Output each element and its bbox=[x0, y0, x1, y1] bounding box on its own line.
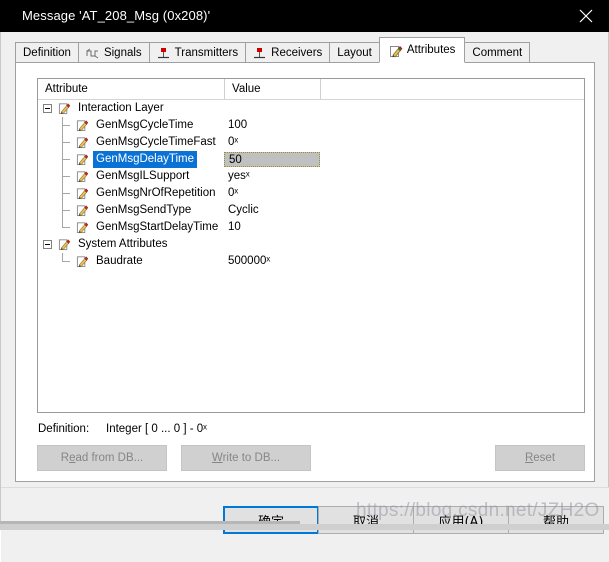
table-row[interactable]: GenMsgStartDelayTime 10 bbox=[38, 219, 584, 236]
tab-comment-label: Comment bbox=[472, 47, 523, 59]
dialog-client-area: Definition Signals Transmitters Receiver… bbox=[0, 32, 609, 562]
write-to-db-button[interactable]: Write to DB... bbox=[181, 445, 311, 471]
table-row[interactable]: Baudrate 500000ˣ bbox=[38, 253, 584, 270]
attribute-name: GenMsgCycleTimeFast bbox=[96, 136, 216, 148]
attributes-rows: Interaction Layer GenMsgCycleTime 100 GenMs… bbox=[38, 100, 584, 412]
write-to-db-label: Write to DB... bbox=[211, 452, 281, 464]
attribute-name: GenMsgCycleTime bbox=[96, 119, 194, 131]
read-from-db-label: Read from DB... bbox=[60, 452, 144, 464]
column-header-attribute[interactable]: Attribute bbox=[38, 79, 224, 99]
attribute-value[interactable]: 0ˣ bbox=[228, 134, 238, 151]
table-row[interactable]: GenMsgCycleTimeFast 0ˣ bbox=[38, 134, 584, 151]
attribute-value[interactable]: 100 bbox=[228, 117, 247, 134]
attribute-value[interactable]: yesˣ bbox=[228, 168, 250, 185]
tab-attributes-label: Attributes bbox=[406, 44, 456, 56]
tab-definition-label: Definition bbox=[23, 47, 71, 59]
attribute-name: Baudrate bbox=[96, 255, 143, 267]
attribute-value-editor[interactable]: 50 bbox=[224, 152, 320, 167]
attribute-name: GenMsgNrOfRepetition bbox=[96, 187, 216, 199]
tab-signals[interactable]: Signals bbox=[77, 42, 150, 63]
tree-expander-icon[interactable] bbox=[43, 240, 52, 249]
column-header-value[interactable]: Value bbox=[225, 79, 320, 99]
attribute-name: GenMsgILSupport bbox=[96, 170, 190, 182]
table-row[interactable]: System Attributes bbox=[38, 236, 584, 253]
window-title: Message 'AT_208_Msg (0x208)' bbox=[22, 8, 211, 23]
tab-region: Definition Signals Transmitters Receiver… bbox=[9, 32, 601, 487]
table-row[interactable]: Interaction Layer bbox=[38, 100, 584, 117]
attributes-tab-page: Attribute Value Interaction Layer GenMsgC… bbox=[15, 62, 595, 482]
attribute-pencil-icon bbox=[76, 135, 89, 149]
table-row[interactable]: GenMsgDelayTime 50 bbox=[38, 151, 584, 168]
attribute-pencil-icon bbox=[76, 118, 89, 132]
table-row[interactable]: GenMsgSendType Cyclic bbox=[38, 202, 584, 219]
node-icon bbox=[253, 47, 266, 60]
tab-layout[interactable]: Layout bbox=[329, 42, 380, 63]
attribute-value[interactable]: 500000ˣ bbox=[228, 253, 270, 270]
attribute-pencil-icon bbox=[76, 203, 89, 217]
tree-expander-icon[interactable] bbox=[43, 104, 52, 113]
attribute-value[interactable]: 0ˣ bbox=[228, 185, 238, 202]
attribute-name: GenMsgDelayTime bbox=[93, 151, 197, 168]
tab-receivers-label: Receivers bbox=[271, 47, 323, 59]
attribute-name: Interaction Layer bbox=[78, 102, 164, 114]
attribute-name: GenMsgStartDelayTime bbox=[96, 221, 219, 233]
tab-comment[interactable]: Comment bbox=[464, 42, 531, 63]
tab-definition[interactable]: Definition bbox=[15, 42, 79, 63]
attribute-pencil-icon bbox=[76, 152, 89, 166]
attribute-pencil-icon bbox=[58, 237, 71, 251]
definition-label: Definition: bbox=[38, 423, 90, 435]
attribute-name: System Attributes bbox=[78, 238, 168, 250]
attribute-pencil-icon bbox=[58, 101, 71, 115]
attribute-pencil-icon bbox=[389, 44, 403, 58]
reset-label: Reset bbox=[524, 452, 556, 464]
attribute-value[interactable]: Cyclic bbox=[228, 202, 259, 219]
attribute-pencil-icon bbox=[76, 254, 89, 268]
tab-layout-label: Layout bbox=[337, 47, 372, 59]
tab-strip: Definition Signals Transmitters Receiver… bbox=[15, 37, 531, 63]
close-icon[interactable] bbox=[563, 0, 609, 32]
attribute-name: GenMsgSendType bbox=[96, 204, 192, 216]
signal-wave-icon bbox=[86, 47, 99, 60]
title-bar: Message 'AT_208_Msg (0x208)' bbox=[0, 0, 609, 32]
attribute-pencil-icon bbox=[76, 186, 89, 200]
message-attributes-dialog: Message 'AT_208_Msg (0x208)' Definition bbox=[0, 0, 609, 562]
tab-transmitters[interactable]: Transmitters bbox=[148, 42, 247, 63]
tab-receivers[interactable]: Receivers bbox=[245, 42, 331, 63]
table-row[interactable]: GenMsgCycleTime 100 bbox=[38, 117, 584, 134]
attribute-pencil-icon bbox=[76, 169, 89, 183]
read-from-db-button[interactable]: Read from DB... bbox=[37, 445, 167, 471]
table-row[interactable]: GenMsgNrOfRepetition 0ˣ bbox=[38, 185, 584, 202]
attribute-value[interactable]: 10 bbox=[228, 219, 241, 236]
tab-signals-label: Signals bbox=[103, 47, 142, 59]
table-row[interactable]: GenMsgILSupport yesˣ bbox=[38, 168, 584, 185]
tab-attributes[interactable]: Attributes bbox=[378, 37, 466, 63]
node-icon bbox=[157, 47, 170, 60]
attribute-pencil-icon bbox=[76, 220, 89, 234]
attributes-list-header: Attribute Value bbox=[38, 79, 584, 100]
tab-transmitters-label: Transmitters bbox=[174, 47, 239, 59]
definition-value: Integer [ 0 ... 0 ] - 0ˣ bbox=[106, 423, 207, 435]
window-bottom-edge bbox=[0, 524, 609, 530]
attributes-list[interactable]: Attribute Value Interaction Layer GenMsgC… bbox=[37, 78, 585, 413]
reset-button[interactable]: Reset bbox=[495, 445, 585, 471]
